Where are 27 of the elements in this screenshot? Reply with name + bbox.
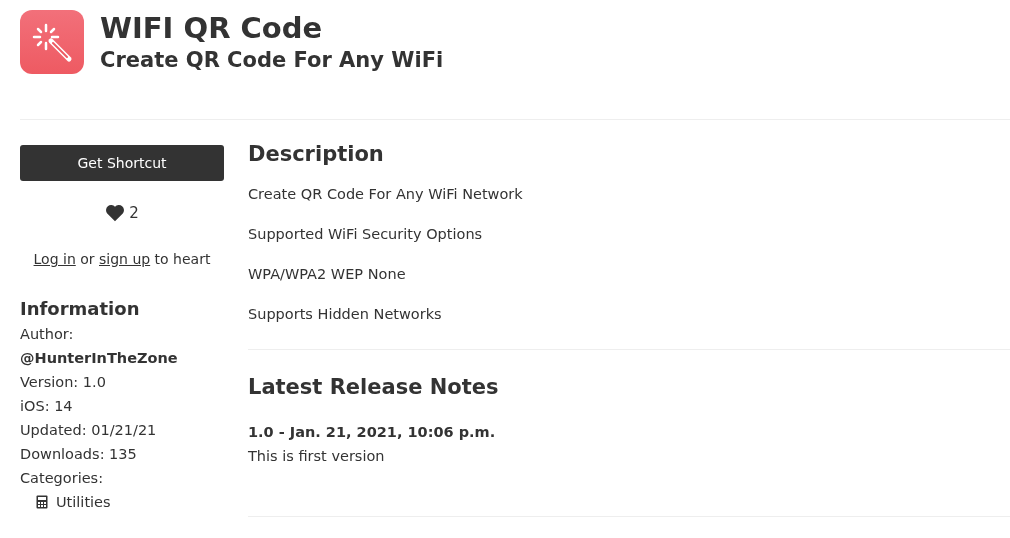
description-text: Supports Hidden Networks: [248, 305, 443, 324]
description-text: Create QR Code For Any WiFi Network: [248, 185, 524, 204]
info-line: iOS: 14: [20, 397, 74, 416]
description-text: WPA/WPA2 WEP None: [248, 265, 407, 284]
login-prompt: Log in or sign up to heart: [32, 250, 212, 269]
author-name: @HunterInTheZone: [20, 349, 179, 368]
log-in-link[interactable]: Log in: [33, 251, 76, 267]
heart-icon[interactable]: [105, 204, 126, 222]
description-heading: Description: [248, 141, 385, 168]
release-notes-heading: Latest Release Notes: [248, 374, 500, 401]
app-subtitle: Create QR Code For Any WiFi: [100, 47, 444, 74]
description-text: Supported WiFi Security Options: [248, 225, 484, 244]
calculator-icon: [36, 495, 48, 509]
heart-count: 2: [129, 202, 139, 224]
info-line: Categories:: [20, 469, 105, 488]
category-link[interactable]: Utilities: [56, 490, 111, 514]
magic-wand-icon: [20, 10, 84, 74]
release-version: 1.0 - Jan. 21, 2021, 10:06 p.m.: [248, 423, 497, 442]
info-line: Downloads: 135: [20, 445, 138, 464]
info-line: Updated: 01/21/21: [20, 421, 158, 440]
info-line: Version: 1.0: [20, 373, 107, 392]
information-heading: Information: [20, 297, 141, 321]
release-text: This is first version: [248, 447, 386, 466]
info-line: Author:: [20, 325, 75, 344]
get-shortcut-button[interactable]: Get Shortcut: [20, 145, 224, 181]
app-title: WIFI QR Code: [100, 10, 324, 46]
sign-up-link[interactable]: sign up: [99, 251, 151, 267]
